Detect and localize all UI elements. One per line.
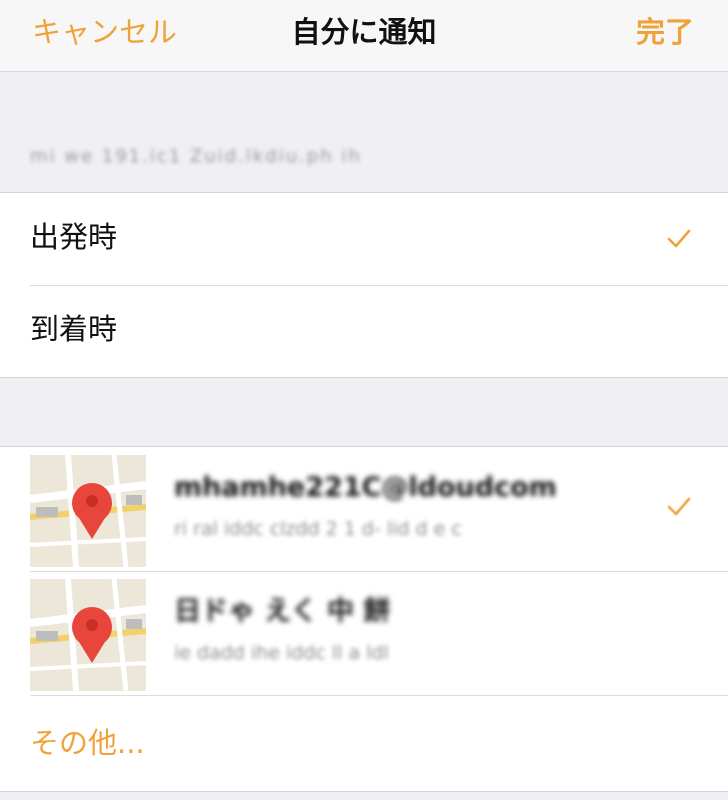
location-subtitle: ri ral iddc clzdd 2 1 d- lid d e c (174, 518, 462, 540)
location-subtitle: ie dadd ihe iddc ll a ldl (174, 642, 389, 664)
section-header-note: mi we 191.ic1 Zuid.lkdiu.ph ih (30, 146, 362, 167)
map-icon (30, 455, 146, 567)
location-row[interactable]: mhamhe221C@ldoudcom ri ral iddc clzdd 2 … (0, 447, 728, 571)
checkmark-icon (667, 497, 691, 516)
cancel-button[interactable]: キャンセル (32, 14, 177, 50)
more-label: その他... (30, 726, 145, 760)
navigation-bar: キャンセル 自分に通知 完了 (0, 0, 728, 72)
location-title: 日ドゃ えく 中 餅 (174, 596, 391, 627)
map-thumbnail (30, 579, 146, 691)
option-arrival-label: 到着時 (30, 312, 118, 346)
option-arrival-row[interactable]: 到着時 (0, 285, 728, 377)
map-icon (30, 579, 146, 691)
locations-group: mhamhe221C@ldoudcom ri ral iddc clzdd 2 … (0, 446, 728, 792)
map-thumbnail (30, 455, 146, 567)
option-departure-label: 出発時 (30, 220, 118, 254)
location-title: mhamhe221C@ldoudcom (174, 472, 557, 503)
timing-options-group: 出発時 到着時 (0, 192, 728, 378)
checkmark-icon (667, 229, 691, 248)
option-departure-row[interactable]: 出発時 (0, 193, 728, 285)
location-row[interactable]: 日ドゃ えく 中 餅 ie dadd ihe iddc ll a ldl (0, 571, 728, 695)
done-button[interactable]: 完了 (636, 14, 694, 50)
more-locations-button[interactable]: その他... (0, 695, 728, 791)
